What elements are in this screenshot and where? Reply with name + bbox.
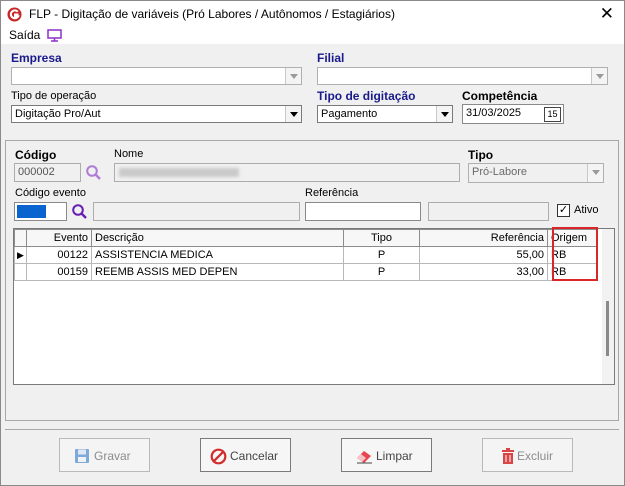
cell-tipo[interactable]: P <box>343 263 420 281</box>
codigo-evento-label: Código evento <box>15 187 86 199</box>
ativo-checkbox[interactable]: ✓ <box>557 204 570 217</box>
calendar-icon[interactable]: 15 <box>544 107 561 122</box>
referencia-extra-input <box>428 202 549 221</box>
chevron-down-icon[interactable] <box>285 106 301 122</box>
eraser-icon <box>357 451 372 464</box>
nome-input <box>114 163 460 182</box>
table-row[interactable]: 00159 REEMB ASSIS MED DEPEN P 33,00 RB <box>14 263 597 281</box>
tipo-operacao-select[interactable]: Digitação Pro/Aut <box>11 105 302 123</box>
cancel-icon <box>210 448 227 465</box>
codigo-label: Código <box>15 148 57 162</box>
codigo-input[interactable]: 000002 <box>14 163 81 182</box>
chevron-down-icon[interactable] <box>436 106 452 122</box>
tipo-digitacao-label: Tipo de digitação <box>317 89 416 103</box>
row-indicator <box>14 263 27 281</box>
menu-bar: Saída <box>1 28 624 44</box>
ativo-label: Ativo <box>574 204 599 216</box>
trash-icon <box>502 448 514 464</box>
window-title: FLP - Digitação de variáveis (Pró Labore… <box>29 7 395 21</box>
limpar-button[interactable]: Limpar <box>341 438 432 472</box>
selection-highlight <box>17 205 46 218</box>
col-referencia[interactable]: Referência <box>419 229 548 247</box>
cell-referencia[interactable]: 33,00 <box>419 263 548 281</box>
empresa-label: Empresa <box>11 51 62 65</box>
scrollbar-thumb[interactable] <box>606 301 609 356</box>
search-icon[interactable] <box>71 203 88 220</box>
events-table: Evento Descrição Tipo Referência Origem … <box>14 229 597 281</box>
cell-tipo[interactable]: P <box>343 246 420 264</box>
row-indicator-header <box>14 229 27 247</box>
title-bar: FLP - Digitação de variáveis (Pró Labore… <box>1 1 624 28</box>
chevron-down-icon[interactable] <box>591 68 607 84</box>
cell-referencia[interactable]: 55,00 <box>419 246 548 264</box>
tipo-label: Tipo <box>468 148 494 162</box>
evento-descricao-input <box>93 202 300 221</box>
close-icon[interactable]: ✕ <box>600 4 614 24</box>
save-icon <box>75 449 89 463</box>
app-logo-icon <box>7 7 22 22</box>
referencia-input[interactable] <box>305 202 421 221</box>
empresa-select[interactable] <box>11 67 302 85</box>
nome-label: Nome <box>114 148 144 160</box>
cancelar-button[interactable]: Cancelar <box>200 438 291 472</box>
events-grid[interactable]: Evento Descrição Tipo Referência Origem … <box>13 228 615 385</box>
codigo-evento-input[interactable] <box>14 202 67 221</box>
excluir-button[interactable]: Excluir <box>482 438 573 472</box>
referencia-label: Referência <box>305 187 359 199</box>
chevron-down-icon[interactable] <box>285 68 301 84</box>
footer-divider <box>5 429 619 430</box>
gravar-button[interactable]: Gravar <box>59 438 150 472</box>
tipo-select[interactable]: Pró-Labore <box>468 163 604 183</box>
menu-saida[interactable]: Saída <box>9 28 40 42</box>
tipo-operacao-label: Tipo de operação <box>11 90 97 102</box>
col-evento[interactable]: Evento <box>26 229 92 247</box>
cell-evento[interactable]: 00159 <box>26 263 92 281</box>
competencia-label: Competência <box>462 89 538 103</box>
current-row-arrow-icon: ▶ <box>14 246 27 264</box>
blurred-name <box>119 168 239 177</box>
grid-scrollbar[interactable] <box>602 229 614 384</box>
col-descricao[interactable]: Descrição <box>91 229 344 247</box>
cell-descricao[interactable]: REEMB ASSIS MED DEPEN <box>91 263 344 281</box>
cell-evento[interactable]: 00122 <box>26 246 92 264</box>
monitor-icon[interactable] <box>47 29 62 42</box>
filial-label: Filial <box>317 51 345 65</box>
col-tipo[interactable]: Tipo <box>343 229 420 247</box>
origem-highlight-box <box>552 227 598 281</box>
cell-descricao[interactable]: ASSISTENCIA MEDICA <box>91 246 344 264</box>
filial-select[interactable] <box>317 67 608 85</box>
table-row[interactable]: ▶ 00122 ASSISTENCIA MEDICA P 55,00 RB <box>14 246 597 264</box>
grid-header-row: Evento Descrição Tipo Referência Origem <box>14 229 597 247</box>
tipo-digitacao-select[interactable]: Pagamento <box>317 105 453 123</box>
dialog-window: FLP - Digitação de variáveis (Pró Labore… <box>0 0 625 486</box>
competencia-date-input[interactable]: 31/03/2025 15 <box>462 104 564 124</box>
chevron-down-icon[interactable] <box>587 164 603 182</box>
search-icon[interactable] <box>85 164 102 181</box>
